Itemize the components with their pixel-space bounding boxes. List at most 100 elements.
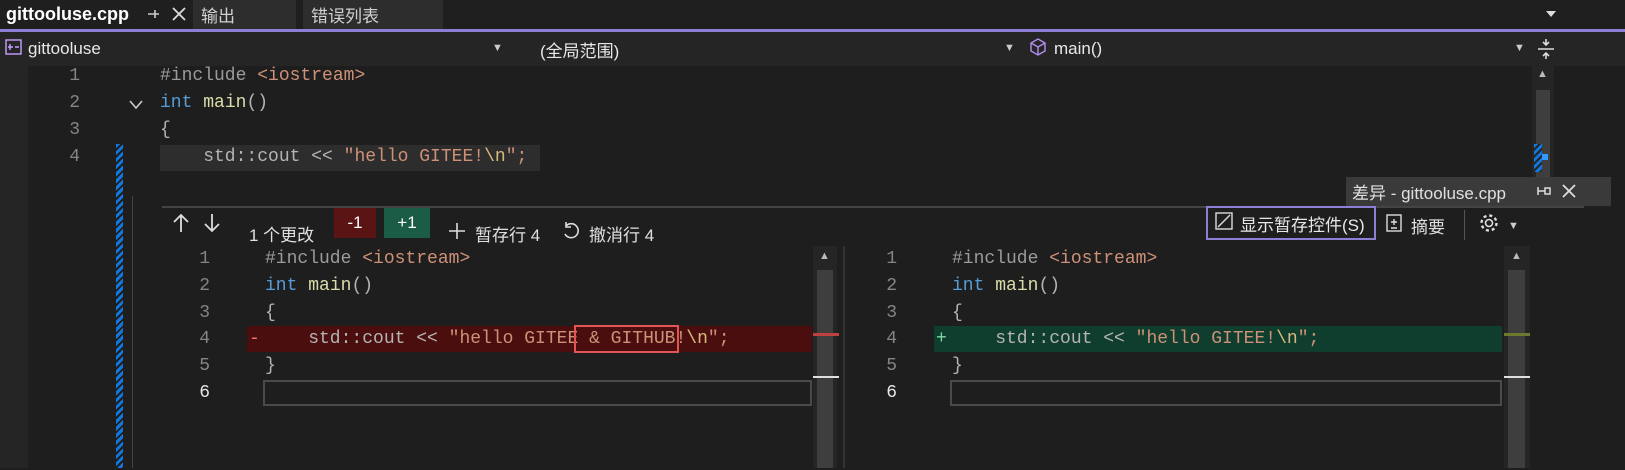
added-map-marker xyxy=(1504,333,1530,336)
tab-output[interactable]: 输出 xyxy=(193,0,296,29)
code-statement: std::cout << xyxy=(952,329,1136,349)
line-number: 4 xyxy=(69,147,80,167)
code-directive: #include xyxy=(952,249,1039,269)
code-paren: () xyxy=(1038,276,1061,296)
gear-icon xyxy=(1478,212,1500,239)
code-escape: \n xyxy=(1276,329,1298,349)
diff-left-code-line-2: int main() xyxy=(265,276,373,296)
diff-right-line-number: 3 xyxy=(886,303,897,323)
diff-left-scrollbar[interactable]: ▲ xyxy=(813,246,839,468)
change-marker-bar xyxy=(116,144,123,468)
code-keyword: int xyxy=(265,276,298,296)
show-staging-label: 显示暂存控件(S) xyxy=(1240,215,1365,235)
collapse-chevron-down-icon[interactable] xyxy=(128,97,144,117)
added-line-marker: + xyxy=(936,329,947,349)
diff-left-line-number: 1 xyxy=(199,249,210,269)
show-staging-controls-button[interactable]: 显示暂存控件(S) xyxy=(1206,206,1376,240)
summary-icon xyxy=(1385,213,1403,238)
chevron-down-icon: ▼ xyxy=(492,42,503,54)
line-number: 3 xyxy=(69,120,80,140)
diff-right-code-line-5: } xyxy=(952,356,963,376)
code-statement: std::cout << xyxy=(265,329,449,349)
diff-splitter[interactable] xyxy=(843,246,845,468)
editor-divider xyxy=(132,196,133,468)
stage-line-label: 暂存行 4 xyxy=(475,225,541,245)
tab-label: gittooluse.cpp xyxy=(6,4,129,24)
scroll-up-icon[interactable]: ▲ xyxy=(1511,250,1522,262)
code-function: main xyxy=(995,276,1039,296)
code-function: main xyxy=(308,276,352,296)
code-function: main xyxy=(203,93,247,113)
arrow-down-icon[interactable] xyxy=(203,212,221,239)
settings-dropdown[interactable]: ▼ xyxy=(1478,212,1519,239)
revert-line-button[interactable]: 撤消行 4 xyxy=(561,218,654,248)
code-string: "hello GITEE! xyxy=(1135,329,1277,349)
code-line-2: int main() xyxy=(160,93,268,113)
split-icon[interactable] xyxy=(1536,38,1556,65)
diff-right-line-number: 2 xyxy=(886,276,897,296)
scroll-thumb[interactable] xyxy=(1508,270,1525,468)
tab-overflow-chevron-down-icon[interactable] xyxy=(1544,6,1558,26)
diff-right-line-number: 4 xyxy=(886,329,897,349)
change-count: 1 个更改 xyxy=(249,225,315,245)
scroll-thumb[interactable] xyxy=(817,270,833,468)
summary-label: 摘要 xyxy=(1411,217,1445,237)
tab-error-list[interactable]: 错误列表 xyxy=(303,0,443,29)
chevron-down-icon: ▼ xyxy=(1508,219,1519,232)
editor-margin xyxy=(0,66,28,468)
diff-title-bar: 差异 - gittooluse.cpp xyxy=(1346,177,1611,206)
tab-label: 输出 xyxy=(201,7,235,26)
code-keyword: int xyxy=(160,93,193,113)
scope-dropdown[interactable]: (全局范围) ▼ xyxy=(512,36,1020,62)
plus-icon xyxy=(447,221,467,246)
pin-icon[interactable] xyxy=(146,5,160,26)
code-header: <iostream> xyxy=(362,249,471,269)
summary-button[interactable]: 摘要 xyxy=(1385,210,1445,240)
diff-left-line-number: 3 xyxy=(199,303,210,323)
code-line-3: { xyxy=(160,120,171,140)
scroll-position-marker xyxy=(813,376,839,378)
caret-marker xyxy=(1542,154,1548,160)
diff-left-line-number: 6 xyxy=(199,383,210,403)
diff-right-line-number: 1 xyxy=(886,249,897,269)
diff-left-code-line-3: { xyxy=(265,303,276,323)
project-label: gittooluse xyxy=(28,39,101,58)
member-label: main() xyxy=(1054,39,1103,58)
diff-right-current-line xyxy=(950,380,1502,406)
project-dropdown[interactable]: gittooluse ▼ xyxy=(2,36,507,62)
line-number: 2 xyxy=(69,93,80,113)
diff-left-code-line-4: std::cout << "hello GITEE & GITHUB!\n"; xyxy=(265,325,730,353)
removed-line-marker: - xyxy=(249,329,260,349)
code-string: "hello GITEE xyxy=(448,329,579,349)
code-escape: \n xyxy=(686,329,708,349)
change-marker-map xyxy=(1534,144,1542,172)
removed-map-marker xyxy=(813,333,839,336)
changed-text: & GITHUB xyxy=(574,325,680,353)
tab-gittooluse-cpp[interactable]: gittooluse.cpp xyxy=(0,0,198,29)
code-string-end: "; xyxy=(1297,329,1320,349)
pin-icon[interactable] xyxy=(1536,183,1552,204)
diff-right-scrollbar[interactable]: ▲ xyxy=(1504,246,1530,468)
member-dropdown[interactable]: main() ▼ xyxy=(1024,36,1529,62)
cube-icon xyxy=(1028,37,1048,62)
stage-line-button[interactable]: 暂存行 4 xyxy=(447,218,540,248)
arrow-up-icon[interactable] xyxy=(172,212,190,239)
scroll-up-icon[interactable]: ▲ xyxy=(1537,68,1548,80)
diff-right-code-line-3: { xyxy=(952,303,963,323)
code-keyword: int xyxy=(952,276,985,296)
diff-left-code-line-5: } xyxy=(265,356,276,376)
added-count-badge: +1 xyxy=(384,208,430,238)
undo-icon xyxy=(561,221,581,246)
line-number: 1 xyxy=(69,66,80,86)
close-icon[interactable] xyxy=(1560,182,1578,205)
code-header: <iostream> xyxy=(1049,249,1158,269)
revert-line-label: 撤消行 4 xyxy=(589,225,655,245)
diff-left-line-number: 2 xyxy=(199,276,210,296)
close-icon[interactable] xyxy=(170,4,188,29)
diff-title: 差异 - gittooluse.cpp xyxy=(1352,184,1507,203)
diff-left-current-line xyxy=(263,380,812,406)
code-paren: () xyxy=(246,93,269,113)
scroll-up-icon[interactable]: ▲ xyxy=(819,250,830,262)
code-directive: #include xyxy=(160,66,247,86)
code-statement: std::cout << xyxy=(160,147,344,167)
